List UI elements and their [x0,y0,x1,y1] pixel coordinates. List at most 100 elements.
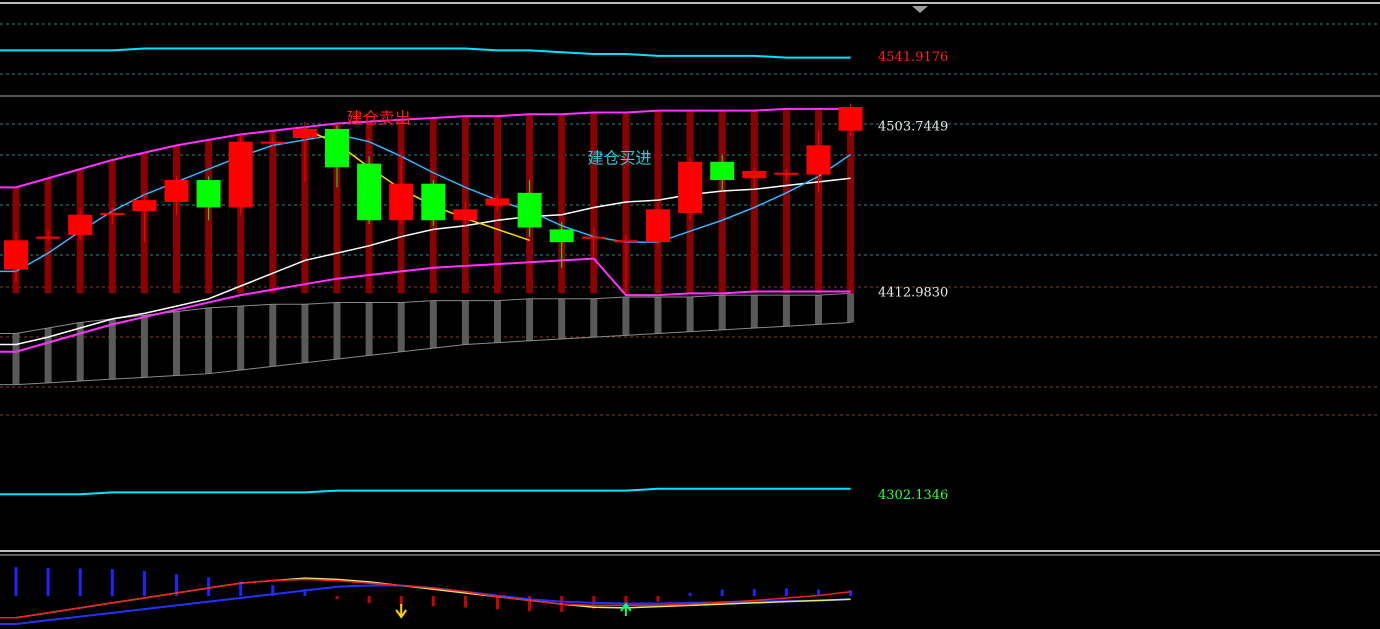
price-label-4: 4302.1346 [878,488,948,503]
arrow-down-icon [395,604,408,619]
candle-up [613,234,638,292]
gray-bar [622,296,630,336]
candle-body [517,192,542,228]
candle-up [838,103,863,137]
candle-up [774,169,799,181]
candle-body [196,180,221,208]
candle-body [68,214,93,235]
candle-body [292,128,317,139]
sub-bar-negative [496,596,499,610]
red-bar [590,112,598,294]
candle-body [357,163,382,221]
gray-bar [205,307,213,374]
sub-bar-positive [110,569,114,596]
candle-up [292,121,317,182]
candle-up [228,136,253,215]
candle-down [325,125,349,188]
gray-bar [301,304,309,363]
gray-bar [140,315,148,378]
candle-up [164,176,189,215]
candle-up [389,150,414,224]
candle-body [260,141,285,144]
gray-bar [750,295,758,329]
red-bar [173,145,180,294]
candle-body [581,236,606,239]
candle-body [132,200,157,212]
band-lower-line [0,487,851,496]
sub-bar-negative [463,596,467,608]
chart-stage: 建仓卖出建仓买进 4541.9176 4503.7449 4412.9830 4302… [0,2,1380,625]
candle-up [132,194,157,243]
sub-bar-negative [431,596,435,607]
candle-down [710,154,735,192]
gray-bar [494,300,501,343]
red-bar [269,130,277,294]
candle-body [36,236,61,239]
red-bar [108,159,116,294]
scroll-marker-icon [912,6,928,13]
price-label-2: 4503.7449 [878,120,948,135]
candle-up [68,209,93,241]
gray-bar [782,295,790,327]
candle-body [485,198,510,206]
candle-up [678,158,703,221]
sub-bar-positive [784,588,788,596]
candle-up [646,203,670,246]
gray-bar [461,300,469,345]
gray-bar [12,333,20,385]
gray-bar [333,302,341,360]
gray-bar [365,302,373,356]
candle-up [581,227,606,257]
gray-bar [76,322,84,381]
sub-bar-positive [688,592,692,596]
gray-envelope-bottom [0,322,851,386]
candle-up [742,167,767,188]
candle-body [228,141,253,208]
candle-down [421,180,446,226]
gray-bar [108,318,116,380]
sub-bar-negative [335,596,339,600]
price-label-1: 4541.9176 [878,50,948,65]
gray-bar [429,300,437,349]
sub-bar-positive [78,568,82,596]
gray-bar [686,296,694,332]
candle-up [260,136,285,148]
candle-body [710,161,735,181]
gray-bar [173,311,180,376]
sub-bar-negative [367,596,371,604]
candle-up [453,201,478,226]
sub-bar-negative [656,596,660,602]
candle-down [517,180,542,237]
gray-bar [847,293,855,323]
gray-bar [269,304,277,367]
candle-body [613,240,638,243]
candle-body [742,170,767,179]
indicator-sub-panel [0,567,853,625]
candle-body [838,106,863,131]
sub-bar-positive [752,588,756,596]
candle-body [4,240,28,270]
candle-body [389,183,414,221]
sub-bar-positive [849,590,853,596]
red-bar [782,108,790,294]
sub-bar-positive [46,567,50,596]
gray-bar [654,296,662,334]
red-bar [654,110,662,294]
price-label-3: 4412.9830 [878,286,948,301]
candle-up [36,229,61,243]
sub-bar-positive [142,571,146,596]
candle-body [100,212,125,215]
gray-histogram [0,292,855,386]
gray-bar [718,295,726,330]
candle-body [646,209,670,243]
red-bar [750,110,758,294]
gray-bar [397,302,405,352]
sub-bar-positive [720,589,724,596]
candle-body [453,209,478,221]
gray-bar [815,295,822,325]
candle-body [325,128,349,168]
candle-body [549,229,574,243]
red-bar [847,108,855,294]
candle-down [196,176,221,221]
gray-bar [558,298,566,339]
